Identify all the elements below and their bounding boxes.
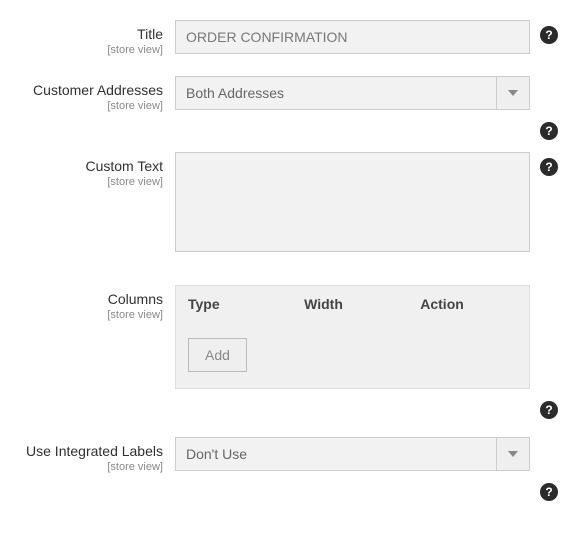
help-icon[interactable]: ? xyxy=(540,122,558,140)
field-custom-text: Custom Text [store view] ? xyxy=(10,152,551,255)
label-use-integrated-labels: Use Integrated Labels xyxy=(10,443,163,459)
field-title: Title [store view] ? xyxy=(10,20,551,56)
help-icon[interactable]: ? xyxy=(540,158,558,176)
field-use-integrated-labels: Use Integrated Labels [store view] Don't… xyxy=(10,437,551,473)
col-header-action: Action xyxy=(420,296,517,312)
chevron-down-icon[interactable] xyxy=(496,437,530,471)
select-value: Both Addresses xyxy=(175,76,496,110)
chevron-down-icon[interactable] xyxy=(496,76,530,110)
add-button[interactable]: Add xyxy=(188,338,247,372)
table-header: Type Width Action xyxy=(176,286,529,322)
custom-text-textarea[interactable] xyxy=(175,152,530,252)
control-col: Don't Use ? xyxy=(175,437,530,471)
label-col: Customer Addresses [store view] xyxy=(10,76,175,112)
field-customer-addresses: Customer Addresses [store view] Both Add… xyxy=(10,76,551,112)
help-icon[interactable]: ? xyxy=(540,26,558,44)
label-customer-addresses: Customer Addresses xyxy=(10,82,163,98)
use-integrated-labels-select[interactable]: Don't Use xyxy=(175,437,530,471)
field-columns: Columns [store view] Type Width Action A… xyxy=(10,285,551,389)
label-col: Title [store view] xyxy=(10,20,175,56)
label-custom-text: Custom Text xyxy=(10,158,163,174)
customer-addresses-select[interactable]: Both Addresses xyxy=(175,76,530,110)
select-value: Don't Use xyxy=(175,437,496,471)
columns-table: Type Width Action Add xyxy=(175,285,530,389)
table-body: Add xyxy=(176,322,529,388)
help-icon[interactable]: ? xyxy=(540,483,558,501)
label-scope: [store view] xyxy=(10,100,163,112)
title-input[interactable] xyxy=(175,20,530,54)
help-icon[interactable]: ? xyxy=(540,401,558,419)
label-col: Columns [store view] xyxy=(10,285,175,321)
label-columns: Columns xyxy=(10,291,163,307)
control-col: Type Width Action Add ? xyxy=(175,285,530,389)
label-scope: [store view] xyxy=(10,44,163,56)
control-col: ? xyxy=(175,152,530,255)
label-scope: [store view] xyxy=(10,176,163,188)
label-scope: [store view] xyxy=(10,461,163,473)
label-col: Custom Text [store view] xyxy=(10,152,175,188)
control-col: Both Addresses ? xyxy=(175,76,530,110)
control-col: ? xyxy=(175,20,530,54)
label-col: Use Integrated Labels [store view] xyxy=(10,437,175,473)
col-header-type: Type xyxy=(188,296,304,312)
label-title: Title xyxy=(10,26,163,42)
col-header-width: Width xyxy=(304,296,420,312)
label-scope: [store view] xyxy=(10,309,163,321)
